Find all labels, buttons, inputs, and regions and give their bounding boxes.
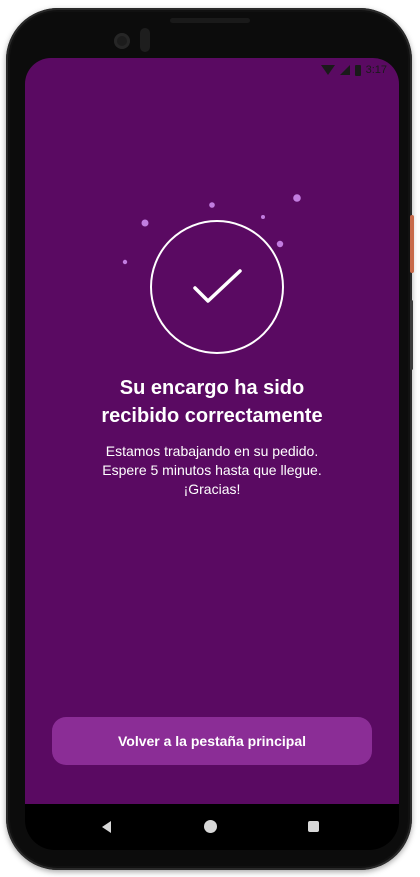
decor-dot (276, 240, 284, 248)
success-illustration (25, 58, 399, 378)
back-icon[interactable] (102, 821, 111, 833)
decor-dot (209, 202, 215, 208)
decor-dot (261, 215, 265, 219)
confirmation-message: Estamos trabajando en su pedido. Espere … (25, 442, 399, 499)
recent-apps-icon[interactable] (308, 821, 319, 832)
app-screen: 3:17 Su encargo ha sido recibido correct… (25, 58, 399, 804)
power-button (410, 215, 414, 273)
title-line: Su encargo ha sido (119, 377, 305, 399)
decor-dot (141, 219, 149, 227)
message-line: Estamos trabajando en su pedido. (105, 443, 319, 459)
system-nav-bar (25, 804, 399, 850)
home-icon[interactable] (204, 820, 217, 833)
decor-dot (293, 194, 301, 202)
check-circle-icon (122, 194, 301, 354)
volume-button (410, 300, 413, 370)
confirmation-title: Su encargo ha sido recibido correctament… (25, 374, 399, 430)
message-line: ¡Gracias! (183, 481, 241, 497)
title-line: recibido correctamente (101, 405, 323, 427)
earpiece-speaker (170, 18, 250, 23)
back-to-main-tab-button[interactable]: Volver a la pestaña principal (52, 717, 372, 765)
message-line: Espere 5 minutos hasta que llegue. (102, 462, 322, 478)
decor-dot (122, 259, 128, 265)
proximity-sensor (140, 28, 150, 52)
front-camera-icon (114, 33, 130, 49)
